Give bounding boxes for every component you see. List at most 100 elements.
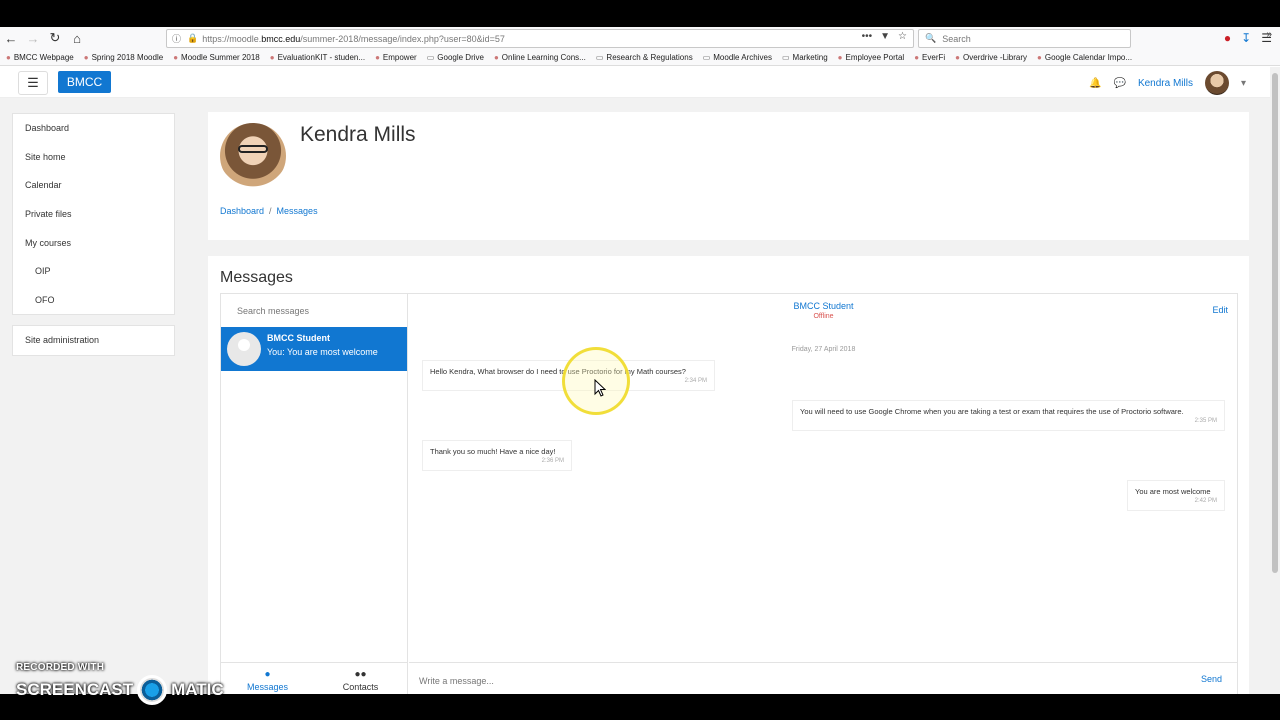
- address-bar[interactable]: ⓘ 🔒 https://moodle. bmcc.edu/summer-2018/…: [166, 29, 914, 48]
- bookmark-item[interactable]: ● Employee Portal: [838, 53, 905, 62]
- bookmark-item[interactable]: ● Online Learning Cons...: [494, 53, 586, 62]
- chevron-down-icon[interactable]: ▾: [1241, 78, 1246, 89]
- edit-button[interactable]: Edit: [1212, 305, 1228, 315]
- pinterest-icon[interactable]: ●: [1224, 31, 1231, 45]
- moodle-navbar: ☰ BMCC 🔔 💬 Kendra Mills ▾: [0, 67, 1270, 98]
- back-icon[interactable]: ←: [0, 27, 22, 49]
- sidebar-item-site-administration[interactable]: Site administration: [13, 326, 174, 355]
- bell-icon[interactable]: 🔔: [1089, 78, 1101, 89]
- sidebar-item-course-ofo[interactable]: OFO: [13, 286, 174, 315]
- bookmark-item[interactable]: ● EvaluationKIT - studen...: [270, 53, 365, 62]
- sidebar-item-dashboard[interactable]: Dashboard: [13, 114, 174, 143]
- contact-avatar: [227, 332, 261, 366]
- avatar[interactable]: [1204, 71, 1229, 95]
- message-bubble: You will need to use Google Chrome when …: [792, 400, 1225, 431]
- sidebar-item-course-oip[interactable]: OIP: [13, 257, 174, 286]
- watermark-screencast: SCREENCAST: [16, 680, 134, 699]
- conversation-date: Friday, 27 April 2018: [791, 346, 856, 353]
- watermark-line1: RECORDED WITH: [16, 662, 105, 673]
- sidebar-item-private-files[interactable]: Private files: [13, 200, 174, 229]
- message-input[interactable]: Write a message...: [415, 670, 1185, 691]
- bookmark-label: Employee Portal: [845, 52, 905, 62]
- download-icon[interactable]: ↧: [1241, 31, 1251, 45]
- conversation-column: BMCC Student Offline Edit Friday, 27 Apr…: [409, 294, 1238, 694]
- browser-search-input[interactable]: 🔍 Search: [918, 29, 1131, 48]
- page-scrollbar[interactable]: [1270, 67, 1280, 694]
- breadcrumb-messages[interactable]: Messages: [277, 206, 318, 216]
- star-icon[interactable]: ☆: [898, 31, 907, 42]
- contact-last-message: You: You are most welcome: [267, 347, 378, 357]
- bookmarks-overflow-icon[interactable]: »: [1266, 29, 1272, 40]
- bmcc-icon: ●: [6, 52, 11, 62]
- message-text: Thank you so much! Have a nice day!: [430, 447, 556, 456]
- bookmark-label: Marketing: [792, 52, 828, 62]
- message-bubble: You are most welcome 2:42 PM: [1127, 480, 1225, 511]
- hamburger-menu-button[interactable]: ☰: [18, 71, 48, 95]
- reload-icon[interactable]: ↻: [44, 27, 66, 49]
- forward-icon[interactable]: →: [22, 27, 44, 49]
- browser-search-placeholder: Search: [942, 33, 971, 44]
- site-brand[interactable]: BMCC: [58, 71, 111, 93]
- home-icon[interactable]: ⌂: [66, 27, 88, 49]
- message-text: You will need to use Google Chrome when …: [800, 407, 1184, 416]
- message-text: Hello Kendra, What browser do I need to …: [430, 367, 686, 376]
- bookmark-label: Moodle Archives: [713, 52, 772, 62]
- sidebar-nav: Dashboard Site home Calendar Private fil…: [12, 113, 175, 316]
- bookmark-label: Moodle Summer 2018: [181, 52, 260, 62]
- url-path: /summer-2018/message/index.php?user=80&i…: [300, 33, 505, 44]
- bookmark-item[interactable]: ● Overdrive -Library: [955, 53, 1027, 62]
- pocket-icon[interactable]: ▼: [880, 31, 890, 42]
- bookmark-item[interactable]: ▭ Marketing: [782, 53, 828, 62]
- bookmark-label: Google Drive: [437, 52, 484, 62]
- status-badge: Offline: [813, 313, 834, 320]
- messages-heading: Messages: [220, 269, 293, 286]
- message-time: 2:35 PM: [1194, 418, 1217, 424]
- conversation-contact-name[interactable]: BMCC Student: [409, 301, 1238, 311]
- chat-icon[interactable]: 💬: [1113, 78, 1125, 89]
- folder-icon: ▭: [702, 52, 711, 62]
- bookmark-item[interactable]: ● BMCC Webpage: [6, 53, 74, 62]
- portal-icon: ●: [837, 52, 843, 62]
- sidebar-item-my-courses[interactable]: My courses: [13, 228, 174, 257]
- folder-icon: ▭: [595, 52, 604, 62]
- everfi-icon: ●: [914, 52, 920, 62]
- bookmark-item[interactable]: ● Empower: [375, 53, 417, 62]
- sidebar-item-site-home[interactable]: Site home: [13, 143, 174, 172]
- url-domain: bmcc.edu: [261, 33, 301, 44]
- scrollbar-thumb[interactable]: [1272, 73, 1278, 573]
- message-text: You are most welcome: [1135, 487, 1211, 496]
- user-name[interactable]: Kendra Mills: [1138, 78, 1193, 89]
- bookmark-item[interactable]: ● Moodle Summer 2018: [173, 53, 260, 62]
- screencast-logo-icon: [137, 675, 168, 705]
- bookmark-item[interactable]: ● EverFi: [914, 53, 945, 62]
- search-messages-input[interactable]: Search messages: [229, 300, 389, 321]
- breadcrumb-separator: /: [269, 206, 272, 216]
- tab-contacts[interactable]: ●● Contacts: [314, 663, 407, 694]
- tab-messages[interactable]: ● Messages: [221, 663, 314, 694]
- contact-list-item[interactable]: BMCC Student You: You are most welcome: [221, 327, 407, 371]
- bookmark-label: EvaluationKIT - studen...: [277, 52, 366, 62]
- folder-icon: ▭: [426, 52, 435, 62]
- page-actions-icon[interactable]: •••: [862, 31, 873, 42]
- bookmark-label: Empower: [382, 52, 417, 62]
- bookmark-label: Overdrive -Library: [963, 52, 1028, 62]
- info-icon[interactable]: ⓘ: [172, 32, 181, 45]
- chat-icon: ●: [264, 668, 271, 680]
- send-button[interactable]: Send: [1201, 674, 1222, 684]
- breadcrumb-dashboard[interactable]: Dashboard: [220, 206, 264, 216]
- bookmark-item[interactable]: ● Spring 2018 Moodle: [84, 53, 163, 62]
- bookmark-item[interactable]: ▭ Google Drive: [427, 53, 484, 62]
- messaging-tabs: ● Messages ●● Contacts: [221, 662, 407, 694]
- bookmark-item[interactable]: ▭ Research & Regulations: [596, 53, 693, 62]
- sidebar-item-calendar[interactable]: Calendar: [13, 171, 174, 200]
- moodle-icon: ●: [173, 52, 179, 62]
- tab-contacts-label: Contacts: [342, 681, 379, 692]
- bookmark-item[interactable]: ● Google Calendar Impo...: [1037, 53, 1132, 62]
- message-time: 2:36 PM: [541, 458, 564, 464]
- user-menu-area: 🔔 💬 Kendra Mills ▾: [1089, 71, 1246, 95]
- bookmark-item[interactable]: ▭ Moodle Archives: [703, 53, 772, 62]
- contact-name: BMCC Student: [267, 333, 330, 343]
- folder-icon: ▭: [781, 52, 790, 62]
- bookmark-label: BMCC Webpage: [13, 52, 74, 62]
- moodle-icon: ●: [83, 52, 89, 62]
